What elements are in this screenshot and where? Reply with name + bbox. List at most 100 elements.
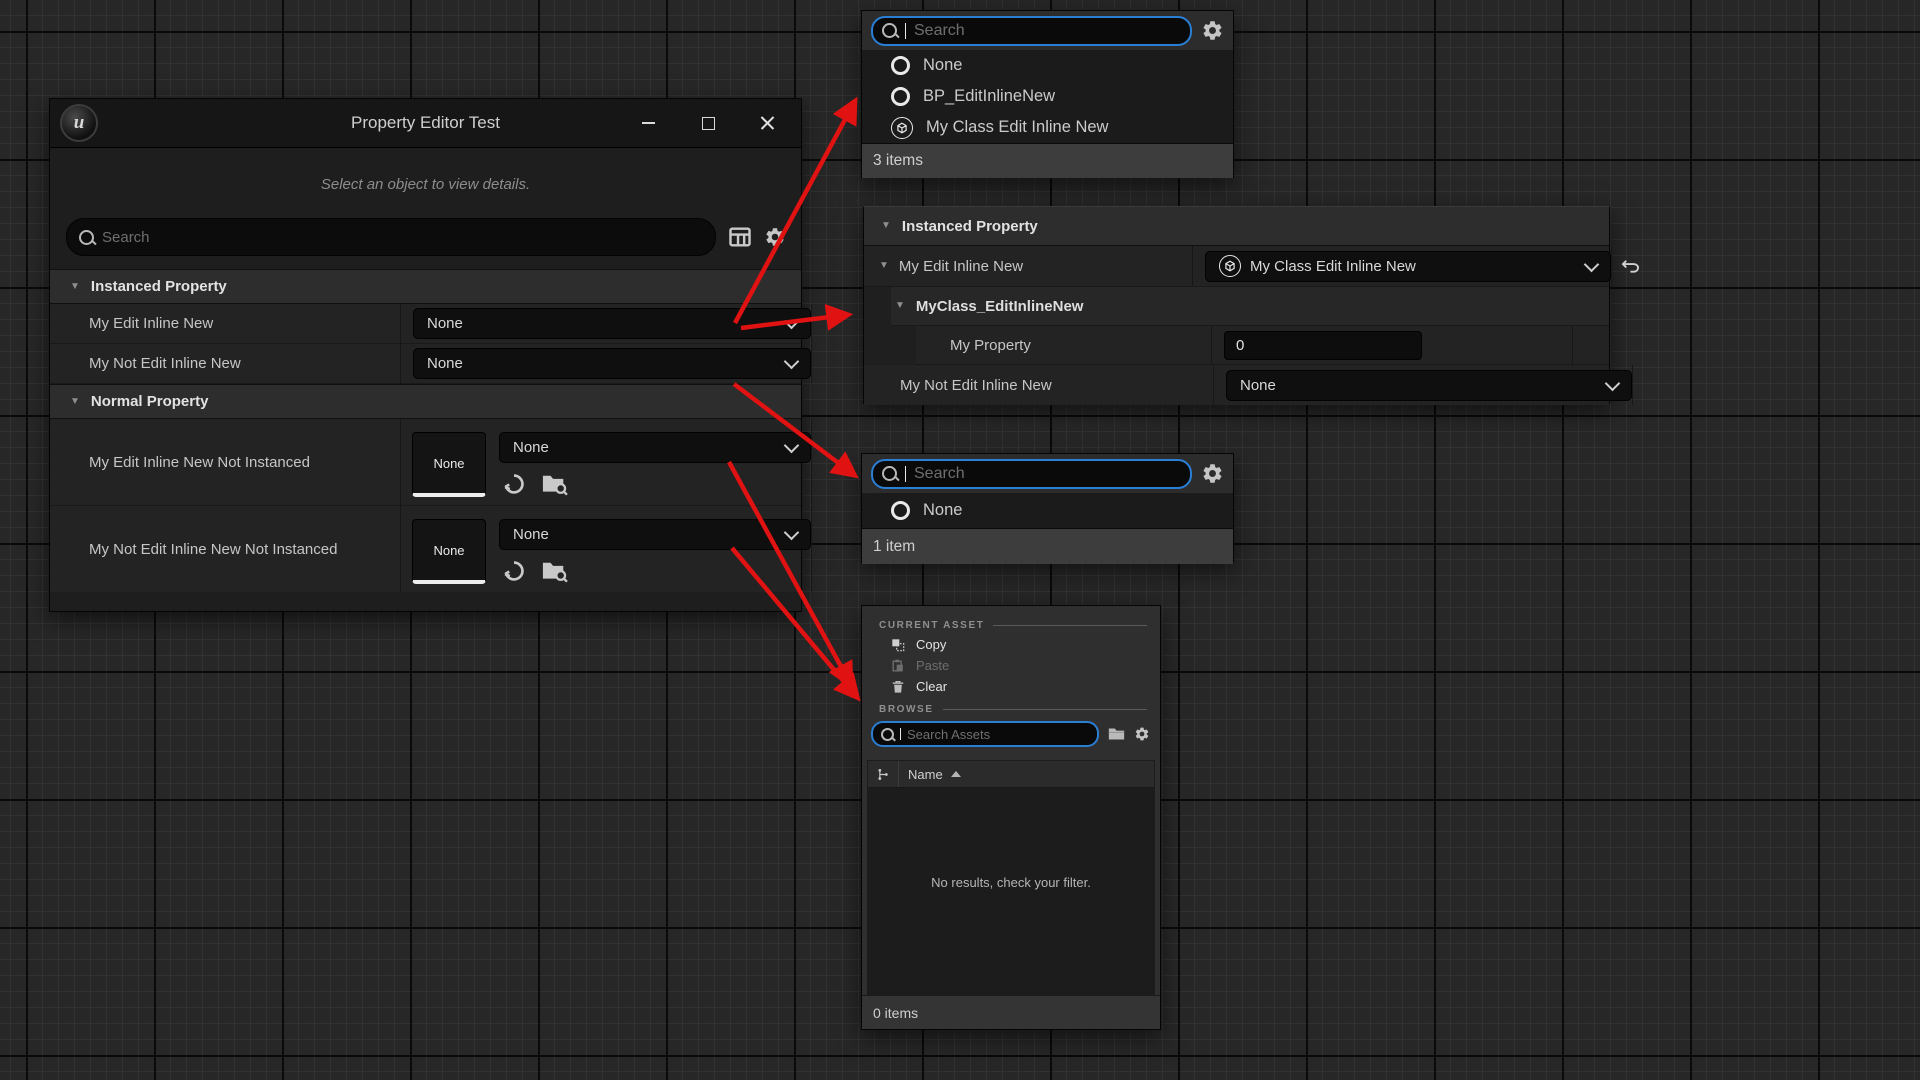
- class-cube-icon: [891, 117, 913, 139]
- search-icon: [881, 728, 894, 741]
- row-my-not-edit-inline-new: My Not Edit Inline New None: [864, 365, 1609, 405]
- class-option-none[interactable]: None: [862, 493, 1233, 528]
- class-option-none[interactable]: None: [862, 50, 1233, 81]
- ring-icon: [891, 501, 910, 520]
- settings-gear-icon[interactable]: [1134, 726, 1150, 742]
- folder-icon[interactable]: [1108, 727, 1125, 741]
- menu-item-copy[interactable]: Copy: [862, 634, 1160, 655]
- asset-thumbnail[interactable]: None: [412, 432, 486, 497]
- chevron-down-icon: [1584, 256, 1600, 272]
- class-picker-popup-large: Search None BP_EditInlineNew My Class Ed…: [861, 10, 1234, 178]
- expander-icon: [895, 301, 905, 311]
- chevron-down-icon: [784, 354, 800, 370]
- trash-icon: [891, 680, 905, 694]
- reset-to-default-button[interactable]: [1612, 246, 1648, 286]
- class-dropdown[interactable]: None: [413, 308, 811, 339]
- view-type-icon[interactable]: [868, 761, 899, 787]
- use-selected-asset-icon[interactable]: [502, 472, 526, 496]
- class-dropdown[interactable]: My Class Edit Inline New: [1205, 251, 1611, 282]
- dropdown-value: None: [427, 355, 463, 372]
- settings-gear-icon[interactable]: [764, 226, 786, 248]
- chevron-down-icon: [784, 314, 800, 330]
- class-option-bp-editinlinenew[interactable]: BP_EditInlineNew: [862, 81, 1233, 112]
- copy-icon: [891, 638, 905, 652]
- expander-icon: [70, 397, 80, 407]
- chevron-down-icon: [784, 438, 800, 454]
- row-my-edit-inline-new: My Edit Inline New My Class Edit Inline …: [864, 246, 1609, 287]
- class-search-input[interactable]: Search: [871, 16, 1192, 46]
- use-selected-asset-icon[interactable]: [502, 559, 526, 583]
- dropdown-value: None: [427, 315, 463, 332]
- section-current-asset: CURRENT ASSET: [879, 620, 984, 631]
- dropdown-value: None: [1240, 377, 1276, 394]
- sort-ascending-icon: [951, 771, 961, 777]
- expander-icon[interactable]: [879, 261, 889, 271]
- property-name: My Property: [950, 337, 1031, 354]
- section-divider: [943, 709, 1147, 710]
- view-options-grid-icon[interactable]: [729, 226, 751, 248]
- text-cursor: [900, 728, 901, 740]
- paste-icon: [891, 659, 905, 673]
- property-name: My Edit Inline New: [899, 258, 1023, 275]
- row-my-not-edit-inline-new: My Not Edit Inline New None: [50, 344, 801, 384]
- class-dropdown[interactable]: None: [413, 348, 811, 379]
- maximize-button[interactable]: [699, 114, 717, 132]
- empty-results-message: No results, check your filter.: [931, 875, 1091, 890]
- section-browse: BROWSE: [879, 704, 934, 715]
- details-search-input[interactable]: Search: [66, 218, 716, 256]
- expander-icon: [70, 282, 80, 292]
- asset-picker-menu: CURRENT ASSET Copy Paste Clear BROWSE Se…: [861, 605, 1161, 1030]
- my-property-number-input[interactable]: 0: [1224, 331, 1422, 360]
- column-name-label[interactable]: Name: [899, 767, 943, 782]
- class-option-my-class-edit-inline-new[interactable]: My Class Edit Inline New: [862, 112, 1233, 143]
- item-count: 1 item: [862, 528, 1233, 564]
- text-cursor: [905, 23, 906, 39]
- chevron-down-icon: [1605, 375, 1621, 391]
- close-button[interactable]: [759, 114, 777, 132]
- search-placeholder: Search: [102, 229, 150, 246]
- property-name: My Not Edit Inline New: [50, 344, 401, 383]
- text-cursor: [905, 466, 906, 482]
- item-count: 0 items: [862, 995, 1160, 1029]
- dropdown-value: My Class Edit Inline New: [1250, 258, 1416, 275]
- browse-to-asset-icon[interactable]: [541, 559, 569, 583]
- instanced-property-panel: Instanced Property My Edit Inline New My…: [863, 206, 1610, 404]
- chevron-down-icon: [784, 525, 800, 541]
- class-picker-popup-small: Search None 1 item: [861, 453, 1234, 563]
- select-object-hint: Select an object to view details.: [50, 176, 801, 193]
- minimize-button[interactable]: [639, 114, 657, 132]
- row-my-not-edit-inline-new-not-instanced: My Not Edit Inline New Not Instanced Non…: [50, 506, 801, 592]
- title-bar[interactable]: u Property Editor Test: [50, 99, 801, 148]
- browse-to-asset-icon[interactable]: [541, 472, 569, 496]
- asset-dropdown[interactable]: None: [499, 519, 811, 550]
- search-icon: [882, 466, 897, 481]
- menu-item-clear[interactable]: Clear: [862, 676, 1160, 697]
- category-normal-property[interactable]: Normal Property: [50, 384, 801, 419]
- item-count: 3 items: [862, 143, 1233, 178]
- search-icon: [79, 230, 94, 245]
- property-name: My Not Edit Inline New Not Instanced: [50, 506, 401, 592]
- row-my-edit-inline-new-not-instanced: My Edit Inline New Not Instanced None No…: [50, 419, 801, 506]
- row-my-edit-inline-new: My Edit Inline New None: [50, 304, 801, 344]
- category-instanced-property[interactable]: Instanced Property: [864, 207, 1609, 246]
- class-search-input[interactable]: Search: [871, 459, 1192, 489]
- settings-gear-icon[interactable]: [1201, 19, 1224, 42]
- property-name: My Edit Inline New Not Instanced: [50, 419, 401, 505]
- subobject-header-myclass-editinlinenew[interactable]: MyClass_EditInlineNew: [891, 287, 1609, 326]
- class-dropdown[interactable]: None: [1226, 370, 1632, 401]
- asset-thumbnail[interactable]: None: [412, 519, 486, 584]
- asset-dropdown[interactable]: None: [499, 432, 811, 463]
- menu-item-paste[interactable]: Paste: [862, 655, 1160, 676]
- dropdown-value: None: [513, 526, 549, 543]
- ring-icon: [891, 56, 910, 75]
- assets-list: No results, check your filter.: [868, 788, 1154, 994]
- class-cube-icon: [1219, 255, 1241, 277]
- category-instanced-property[interactable]: Instanced Property: [50, 269, 801, 304]
- settings-gear-icon[interactable]: [1201, 462, 1224, 485]
- property-name: My Not Edit Inline New: [900, 377, 1052, 394]
- asset-search-input[interactable]: Search Assets: [871, 721, 1099, 747]
- ring-icon: [891, 87, 910, 106]
- assets-column-header[interactable]: Name: [868, 761, 1154, 788]
- section-divider: [993, 625, 1147, 626]
- search-icon: [882, 23, 897, 38]
